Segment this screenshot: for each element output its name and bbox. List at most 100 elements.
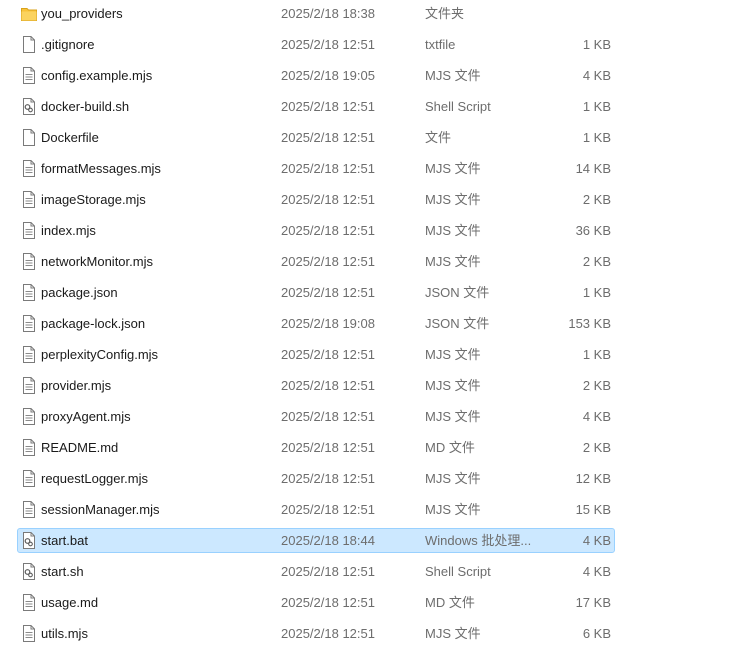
file-name: start.sh	[41, 564, 84, 579]
file-date-modified: 2025/2/18 19:08	[281, 316, 375, 331]
file-date-modified: 2025/2/18 12:51	[281, 502, 375, 517]
text-file-icon	[22, 284, 36, 301]
file-date-modified: 2025/2/18 12:51	[281, 440, 375, 455]
file-type: MJS 文件	[425, 502, 481, 517]
file-type: Shell Script	[425, 99, 491, 114]
file-type: Shell Script	[425, 564, 491, 579]
file-name: requestLogger.mjs	[41, 471, 148, 486]
text-file-icon	[22, 253, 36, 270]
file-type: MD 文件	[425, 595, 475, 610]
file-size: 4 KB	[582, 68, 611, 83]
file-size: 6 KB	[582, 626, 611, 641]
file-name: proxyAgent.mjs	[41, 409, 131, 424]
file-type: 文件	[425, 130, 452, 145]
file-name: you_providers	[41, 6, 123, 21]
file-name: index.mjs	[41, 223, 96, 238]
file-row[interactable]: config.example.mjs 2025/2/18 19:05 MJS 文件 4…	[17, 63, 615, 88]
file-name: sessionManager.mjs	[41, 502, 160, 517]
file-type: JSON 文件	[425, 316, 490, 331]
file-row[interactable]: docker-build.sh 2025/2/18 12:51 Shell Scri…	[17, 94, 615, 119]
file-date-modified: 2025/2/18 12:51	[281, 471, 375, 486]
file-date-modified: 2025/2/18 12:51	[281, 192, 375, 207]
file-name: Dockerfile	[41, 130, 99, 145]
file-name: README.md	[41, 440, 119, 455]
file-row[interactable]: formatMessages.mjs 2025/2/18 12:51 MJS 文件 1…	[17, 156, 615, 181]
file-type: txtfile	[425, 37, 456, 52]
text-file-icon	[22, 67, 36, 84]
file-row[interactable]: proxyAgent.mjs 2025/2/18 12:51 MJS 文件 4 KB	[17, 404, 615, 429]
file-date-modified: 2025/2/18 12:51	[281, 409, 375, 424]
file-name: config.example.mjs	[41, 68, 153, 83]
file-date-modified: 2025/2/18 12:51	[281, 626, 375, 641]
file-type: MJS 文件	[425, 471, 481, 486]
file-row[interactable]: .gitignore 2025/2/18 12:51 txtfile 1 KB	[17, 32, 615, 57]
blank-file-icon	[22, 129, 36, 146]
blank-file-icon	[22, 36, 36, 53]
file-size: 2 KB	[582, 378, 611, 393]
file-row[interactable]: usage.md 2025/2/18 12:51 MD 文件 17 KB	[17, 590, 615, 615]
file-row[interactable]: index.mjs 2025/2/18 12:51 MJS 文件 36 KB	[17, 218, 615, 243]
file-row[interactable]: package.json 2025/2/18 12:51 JSON 文件 1 KB	[17, 280, 615, 305]
file-row[interactable]: start.sh 2025/2/18 12:51 Shell Script 4 KB	[17, 559, 615, 584]
file-name: usage.md	[41, 595, 99, 610]
file-type: MJS 文件	[425, 192, 481, 207]
file-name: provider.mjs	[41, 378, 112, 393]
file-size: 1 KB	[582, 37, 611, 52]
file-row[interactable]: Dockerfile 2025/2/18 12:51 文件 1 KB	[17, 125, 615, 150]
text-file-icon	[22, 439, 36, 456]
file-name: imageStorage.mjs	[41, 192, 146, 207]
file-type: MJS 文件	[425, 223, 481, 238]
file-row[interactable]: provider.mjs 2025/2/18 12:51 MJS 文件 2 KB	[17, 373, 615, 398]
file-row[interactable]: perplexityConfig.mjs 2025/2/18 12:51 MJS 文…	[17, 342, 615, 367]
file-type: MJS 文件	[425, 347, 481, 362]
text-file-icon	[22, 346, 36, 363]
script-file-icon	[22, 532, 36, 549]
file-row[interactable]: you_providers 2025/2/18 18:38 文件夹	[17, 1, 615, 26]
file-date-modified: 2025/2/18 12:51	[281, 130, 375, 145]
text-file-icon	[22, 408, 36, 425]
file-row[interactable]: package-lock.json 2025/2/18 19:08 JSON 文件 1…	[17, 311, 615, 336]
text-file-icon	[22, 470, 36, 487]
file-date-modified: 2025/2/18 12:51	[281, 99, 375, 114]
file-date-modified: 2025/2/18 12:51	[281, 347, 375, 362]
file-size: 4 KB	[582, 533, 611, 548]
file-size: 153 KB	[568, 316, 611, 331]
file-list: you_providers 2025/2/18 18:38 文件夹 .gitignor…	[0, 0, 731, 659]
file-date-modified: 2025/2/18 12:51	[281, 254, 375, 269]
file-size: 1 KB	[582, 347, 611, 362]
file-type: MJS 文件	[425, 378, 481, 393]
file-size: 4 KB	[582, 409, 611, 424]
text-file-icon	[22, 191, 36, 208]
file-size: 4 KB	[582, 564, 611, 579]
file-date-modified: 2025/2/18 18:38	[281, 6, 375, 21]
file-row[interactable]: utils.mjs 2025/2/18 12:51 MJS 文件 6 KB	[17, 621, 615, 646]
file-row[interactable]: sessionManager.mjs 2025/2/18 12:51 MJS 文件 1…	[17, 497, 615, 522]
file-size: 17 KB	[575, 595, 611, 610]
file-name: package.json	[41, 285, 118, 300]
text-file-icon	[22, 377, 36, 394]
file-size: 14 KB	[575, 161, 611, 176]
script-file-icon	[22, 98, 36, 115]
text-file-icon	[22, 594, 36, 611]
file-size: 1 KB	[582, 285, 611, 300]
file-row[interactable]: imageStorage.mjs 2025/2/18 12:51 MJS 文件 2 K…	[17, 187, 615, 212]
script-file-icon	[22, 563, 36, 580]
file-row[interactable]: README.md 2025/2/18 12:51 MD 文件 2 KB	[17, 435, 615, 460]
file-name: formatMessages.mjs	[41, 161, 161, 176]
file-size: 12 KB	[575, 471, 611, 486]
file-type: Windows 批处理...	[425, 533, 532, 548]
file-row[interactable]: requestLogger.mjs 2025/2/18 12:51 MJS 文件 12…	[17, 466, 615, 491]
file-row[interactable]: start.bat 2025/2/18 18:44 Windows 批处理... 4 …	[17, 528, 615, 553]
file-date-modified: 2025/2/18 12:51	[281, 378, 375, 393]
file-row[interactable]: networkMonitor.mjs 2025/2/18 12:51 MJS 文件 2…	[17, 249, 615, 274]
text-file-icon	[22, 501, 36, 518]
file-name: start.bat	[41, 533, 88, 548]
file-size: 2 KB	[582, 440, 611, 455]
folder-icon	[21, 5, 37, 22]
file-date-modified: 2025/2/18 12:51	[281, 161, 375, 176]
file-name: networkMonitor.mjs	[41, 254, 153, 269]
file-type: MD 文件	[425, 440, 475, 455]
file-size: 1 KB	[582, 99, 611, 114]
file-date-modified: 2025/2/18 12:51	[281, 564, 375, 579]
file-date-modified: 2025/2/18 12:51	[281, 37, 375, 52]
